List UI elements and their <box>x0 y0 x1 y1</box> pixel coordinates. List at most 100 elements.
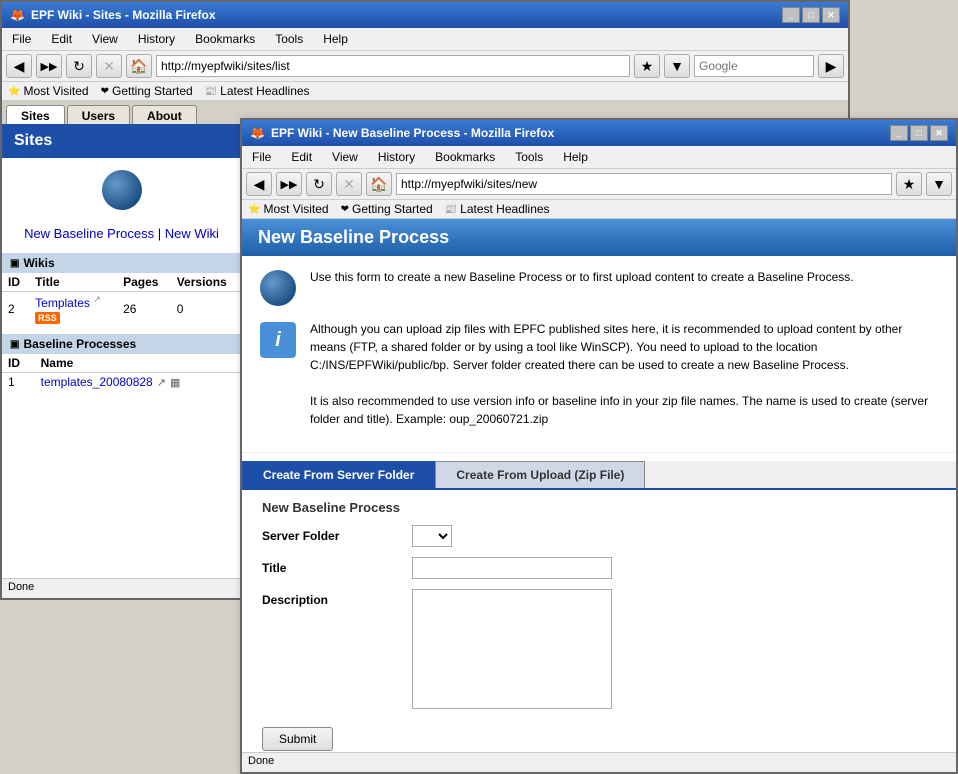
tab-users[interactable]: Users <box>67 105 130 126</box>
menu-edit-1[interactable]: Edit <box>47 30 76 48</box>
maximize-button-1[interactable]: □ <box>802 7 820 23</box>
site-links: New Baseline Process | New Wiki <box>2 222 241 245</box>
tab-create-from-upload[interactable]: Create From Upload (Zip File) <box>435 461 645 488</box>
menu-history-2[interactable]: History <box>374 148 419 166</box>
sidebar: Sites New Baseline Process | New Wiki ▣ … <box>2 124 242 578</box>
ext-link-icon: ↗ <box>93 294 101 304</box>
wikis-table: ID Title Pages Versions 2 Templates ↗ RS… <box>2 273 241 326</box>
wiki-title: Templates ↗ RSS <box>29 292 117 327</box>
menu-view-1[interactable]: View <box>88 30 122 48</box>
stop-button-2[interactable]: ✕ <box>336 172 362 196</box>
ext-link-icon-2: ↗ <box>157 376 166 389</box>
browser2-title: EPF Wiki - New Baseline Process - Mozill… <box>271 126 554 140</box>
search-go-1[interactable]: ▶ <box>818 54 844 78</box>
menu-history-1[interactable]: History <box>134 30 179 48</box>
tab-sites[interactable]: Sites <box>6 105 65 126</box>
new-baseline-link[interactable]: New Baseline Process <box>24 226 154 241</box>
tab-about[interactable]: About <box>132 105 197 126</box>
info-text-detail: Although you can upload zip files with E… <box>310 320 940 428</box>
info-text-main: Use this form to create a new Baseline P… <box>310 268 854 286</box>
bookmark-most-visited-2[interactable]: ⭐ Most Visited <box>248 202 329 216</box>
rss-badge: RSS <box>35 312 60 324</box>
go-button-1[interactable]: ★ <box>634 54 660 78</box>
bookmark-most-visited-1[interactable]: ⭐ Most Visited <box>8 84 89 98</box>
baseline-name: templates_20080828 ↗ ▦ <box>35 373 241 392</box>
menu-bar-1: File Edit View History Bookmarks Tools H… <box>2 28 848 51</box>
home-button-2[interactable]: 🏠 <box>366 172 392 196</box>
menu-edit-2[interactable]: Edit <box>287 148 316 166</box>
forward-button-2[interactable]: ▶▶ <box>276 172 302 196</box>
forward-button-1[interactable]: ▶▶ <box>36 54 62 78</box>
collapse-wikis-icon: ▣ <box>10 258 19 269</box>
minimize-button-2[interactable]: _ <box>890 125 908 141</box>
stop-button-1[interactable]: ✕ <box>96 54 122 78</box>
menu-help-2[interactable]: Help <box>559 148 592 166</box>
menu-help-1[interactable]: Help <box>319 30 352 48</box>
submit-button[interactable]: Submit <box>262 727 333 751</box>
site-logo <box>102 170 142 210</box>
status-bar-2: Done <box>242 752 956 772</box>
globe-icon-container <box>258 268 298 308</box>
menu-file-1[interactable]: File <box>8 30 35 48</box>
info-section: Use this form to create a new Baseline P… <box>242 256 956 453</box>
back-button-2[interactable]: ◀ <box>246 172 272 196</box>
address-bar-1[interactable] <box>156 55 630 77</box>
col-id-baseline: ID <box>2 354 35 373</box>
star-icon-1: ⭐ <box>8 86 20 97</box>
menu-view-2[interactable]: View <box>328 148 362 166</box>
wikis-label: Wikis <box>23 256 54 270</box>
tab-create-from-server[interactable]: Create From Server Folder <box>242 461 435 488</box>
search-bar-1[interactable] <box>694 55 814 77</box>
bookmark-star-1[interactable]: ▼ <box>664 54 690 78</box>
bookmark-getting-started-2[interactable]: ❤ Getting Started <box>341 202 433 216</box>
bookmark-label-2: Getting Started <box>112 84 193 98</box>
bookmark-label-4: Most Visited <box>263 202 328 216</box>
title-input[interactable] <box>412 557 612 579</box>
title-label: Title <box>262 561 412 575</box>
separator: | <box>158 226 161 241</box>
go-button-2[interactable]: ★ <box>896 172 922 196</box>
wiki-title-link[interactable]: Templates <box>35 296 90 310</box>
collapse-baseline-icon: ▣ <box>10 339 19 350</box>
menu-tools-1[interactable]: Tools <box>271 30 307 48</box>
new-wiki-link[interactable]: New Wiki <box>165 226 219 241</box>
wikis-section-header[interactable]: ▣ Wikis <box>2 253 241 273</box>
title-bar-1: 🦊 EPF Wiki - Sites - Mozilla Firefox _ □… <box>2 2 848 28</box>
bookmark-star-2[interactable]: ▼ <box>926 172 952 196</box>
baseline-name-link[interactable]: templates_20080828 <box>41 375 153 389</box>
reload-button-2[interactable]: ↻ <box>306 172 332 196</box>
bookmark-latest-headlines-2[interactable]: 📰 Latest Headlines <box>445 202 550 216</box>
maximize-button-2[interactable]: □ <box>910 125 928 141</box>
server-folder-label: Server Folder <box>262 529 412 543</box>
bookmark-latest-headlines-1[interactable]: 📰 Latest Headlines <box>205 84 310 98</box>
news-icon-1: 📰 <box>205 86 217 97</box>
edit-icon[interactable]: ▦ <box>170 376 180 389</box>
minimize-button-1[interactable]: _ <box>782 7 800 23</box>
toolbar-1: ◀ ▶▶ ↻ ✕ 🏠 ★ ▼ ▶ <box>2 51 848 82</box>
menu-tools-2[interactable]: Tools <box>511 148 547 166</box>
info-i-icon: i <box>260 322 296 358</box>
home-button-1[interactable]: 🏠 <box>126 54 152 78</box>
heart-icon-2: ❤ <box>341 204 349 215</box>
bookmark-getting-started-1[interactable]: ❤ Getting Started <box>101 84 193 98</box>
form-area: New Baseline Process Server Folder Title… <box>242 488 956 761</box>
table-row: 2 Templates ↗ RSS 26 0 <box>2 292 241 327</box>
menu-bookmarks-1[interactable]: Bookmarks <box>191 30 259 48</box>
baseline-table: ID Name 1 templates_20080828 ↗ ▦ <box>2 354 241 391</box>
reload-button-1[interactable]: ↻ <box>66 54 92 78</box>
description-textarea[interactable] <box>412 589 612 709</box>
close-button-1[interactable]: ✕ <box>822 7 840 23</box>
server-folder-select[interactable] <box>412 525 452 547</box>
menu-file-2[interactable]: File <box>248 148 275 166</box>
back-button-1[interactable]: ◀ <box>6 54 32 78</box>
menu-bookmarks-2[interactable]: Bookmarks <box>431 148 499 166</box>
wiki-id: 2 <box>2 292 29 327</box>
address-bar-2[interactable] <box>396 173 892 195</box>
baseline-section-header[interactable]: ▣ Baseline Processes <box>2 334 241 354</box>
detail-text-2: It is also recommended to use version in… <box>310 394 928 426</box>
browser1-title: EPF Wiki - Sites - Mozilla Firefox <box>31 8 216 22</box>
page-title: New Baseline Process <box>258 227 449 247</box>
heart-icon-1: ❤ <box>101 86 109 97</box>
close-button-2[interactable]: ✕ <box>930 125 948 141</box>
table-row: 1 templates_20080828 ↗ ▦ <box>2 373 241 392</box>
